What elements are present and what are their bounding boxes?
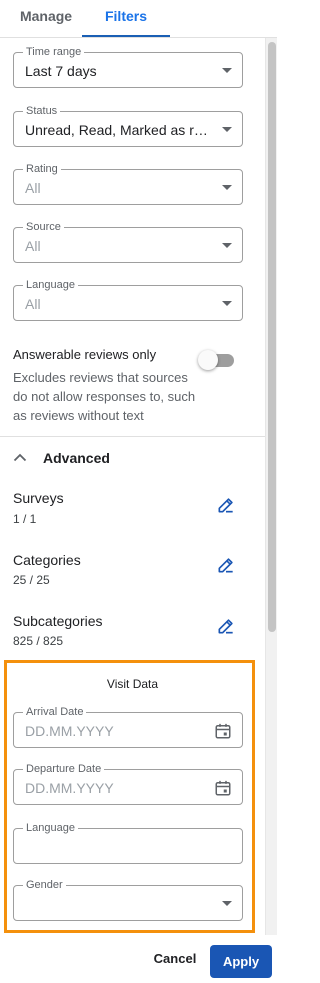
rating-select[interactable]: Rating All — [13, 162, 243, 205]
subcategories-title: Subcategories — [13, 613, 103, 629]
chevron-down-icon — [222, 127, 232, 132]
chevron-down-icon — [222, 68, 232, 73]
edit-subcategories-icon[interactable] — [216, 616, 236, 636]
categories-count: 25 / 25 — [13, 573, 50, 587]
surveys-count: 1 / 1 — [13, 512, 37, 526]
status-label: Status — [23, 104, 61, 118]
section-divider — [0, 436, 265, 437]
departure-date-label: Departure Date — [23, 762, 105, 776]
source-select[interactable]: Source All — [13, 220, 243, 263]
filters-panel: Time range Last 7 days Status Unread, Re… — [0, 38, 265, 935]
chevron-down-icon — [222, 901, 232, 906]
rating-value: All — [25, 180, 41, 196]
apply-button[interactable]: Apply — [210, 945, 272, 978]
calendar-icon[interactable] — [214, 722, 232, 740]
toggle-knob[interactable] — [198, 350, 218, 370]
scrollbar-thumb[interactable] — [268, 42, 276, 632]
source-value: All — [25, 238, 41, 254]
language-select[interactable]: Language All — [13, 278, 243, 321]
chevron-down-icon — [222, 243, 232, 248]
surveys-title: Surveys — [13, 490, 64, 506]
edit-categories-icon[interactable] — [216, 555, 236, 575]
tab-filters[interactable]: Filters — [82, 0, 170, 38]
answerable-title: Answerable reviews only — [13, 347, 157, 362]
departure-date-placeholder: DD.MM.YYYY — [25, 780, 114, 796]
edit-surveys-icon[interactable] — [216, 495, 236, 515]
chevron-up-icon[interactable] — [13, 452, 27, 462]
categories-title: Categories — [13, 552, 81, 568]
arrival-date-label: Arrival Date — [23, 705, 87, 719]
status-select[interactable]: Status Unread, Read, Marked as responded — [13, 104, 243, 147]
source-label: Source — [23, 220, 64, 234]
time-range-select[interactable]: Time range Last 7 days — [13, 45, 243, 88]
answerable-description: Excludes reviews that sources do not all… — [13, 370, 196, 423]
tab-bar: Manage Filters — [0, 0, 277, 38]
status-value: Unread, Read, Marked as responded — [25, 122, 212, 138]
gender-label: Gender — [23, 878, 66, 892]
time-range-label: Time range — [23, 45, 85, 59]
subcategories-count: 825 / 825 — [13, 634, 64, 648]
rating-label: Rating — [23, 162, 61, 176]
time-range-value: Last 7 days — [25, 63, 97, 79]
language-label: Language — [23, 278, 78, 292]
gender-select[interactable]: Gender — [13, 878, 243, 921]
cancel-button[interactable]: Cancel — [146, 941, 204, 977]
advanced-section-label[interactable]: Advanced — [43, 450, 110, 466]
chevron-down-icon — [222, 301, 232, 306]
visit-language-input[interactable]: Language — [13, 821, 243, 864]
language-value: All — [25, 296, 41, 312]
arrival-date-input[interactable]: Arrival Date DD.MM.YYYY — [13, 705, 243, 748]
chevron-down-icon — [222, 185, 232, 190]
tab-manage[interactable]: Manage — [0, 0, 92, 38]
active-tab-indicator — [82, 35, 170, 37]
visit-language-label: Language — [23, 821, 78, 835]
departure-date-input[interactable]: Departure Date DD.MM.YYYY — [13, 762, 243, 805]
arrival-date-placeholder: DD.MM.YYYY — [25, 723, 114, 739]
visit-data-title: Visit Data — [106, 677, 159, 691]
calendar-icon[interactable] — [214, 779, 232, 797]
